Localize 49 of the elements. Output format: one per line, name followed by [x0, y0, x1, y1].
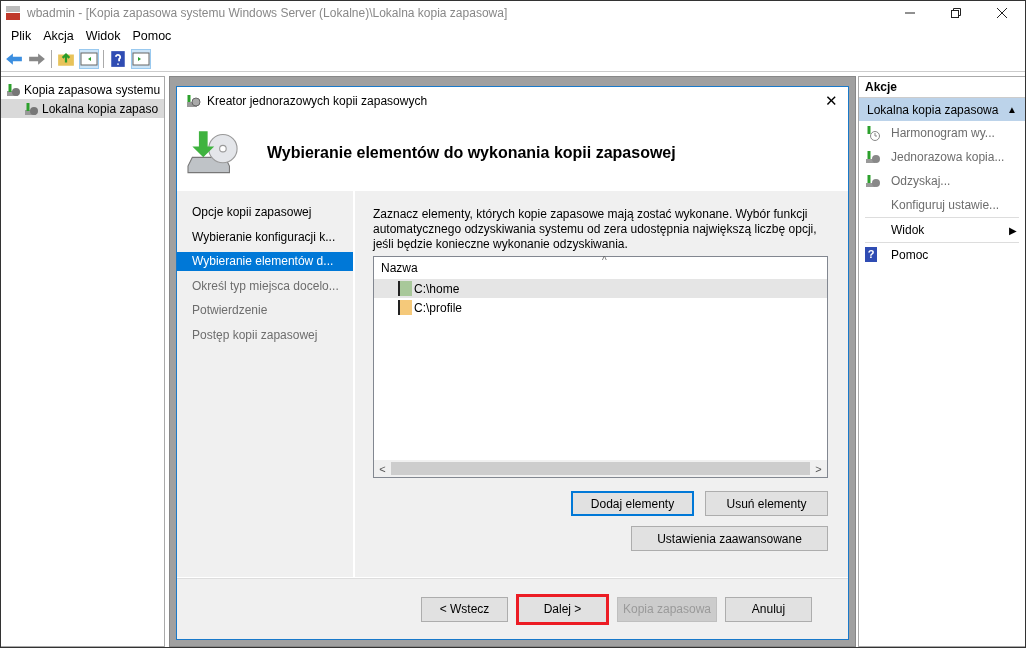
- item-button[interactable]: Usuń elementy: [705, 491, 828, 516]
- help-icon: ?: [865, 247, 877, 262]
- wizard-step[interactable]: Wybieranie konfiguracji k...: [177, 227, 353, 247]
- instructions: Zaznacz elementy, których kopie zapasowe mają zostać wykonane. Wybór funkcji automatycznego odzyskiwania systemu od zera udostępnia największą liczbę opcji, jeśli będzie konieczne wykonanie odzyskiwania.: [373, 207, 818, 252]
- menu-item[interactable]: Widok: [79, 29, 127, 43]
- wizard-button[interactable]: Anuluj: [725, 596, 812, 622]
- submenu-arrow: ▶: [1009, 224, 1017, 236]
- backup-icon: [865, 149, 881, 165]
- wizard-button[interactable]: Dalej >: [516, 593, 609, 625]
- scroll-right-button[interactable]: >: [810, 462, 827, 475]
- help-icon[interactable]: [109, 50, 127, 68]
- column-header[interactable]: Nazwa: [381, 261, 418, 275]
- tree-item[interactable]: Lokalna kopia zapaso: [1, 99, 164, 118]
- tree-item[interactable]: Kopia zapasowa systemu: [1, 80, 164, 99]
- wizard-step[interactable]: Wybieranie elementów d...: [177, 252, 353, 271]
- advanced-settings-button[interactable]: Ustawienia zaawansowane: [631, 526, 828, 551]
- menu-item[interactable]: Plik: [5, 29, 38, 43]
- section-header[interactable]: Lokalna kopia zapasowa ▲: [859, 98, 1025, 121]
- action-item[interactable]: Widok ▶: [859, 218, 1025, 242]
- close-button[interactable]: ✕: [825, 92, 838, 110]
- dialog-title: Kreator jednorazowych kopii zapasowych: [207, 94, 428, 108]
- scrollbar-thumb[interactable]: [391, 462, 810, 475]
- backup-icon: [865, 173, 881, 189]
- collapse-caret[interactable]: ▲: [1007, 104, 1017, 115]
- action-pane-icon[interactable]: [132, 50, 150, 68]
- folder-up-icon[interactable]: [57, 50, 75, 68]
- wizard-button[interactable]: < Wstecz: [421, 596, 508, 622]
- item-path: C:\profile: [414, 300, 463, 315]
- backup-icon: [23, 100, 39, 117]
- section-title: Lokalna kopia zapasowa: [867, 102, 999, 117]
- backup-icon: [185, 93, 201, 109]
- tree-label: Lokalna kopia zapaso: [42, 101, 159, 116]
- sort-caret: ^: [602, 256, 607, 266]
- item-button[interactable]: Dodaj elementy: [571, 491, 694, 516]
- wizard-step[interactable]: Opcje kopii zapasowej: [177, 203, 353, 222]
- panel-toggle-icon[interactable]: [80, 50, 98, 68]
- window-title: wbadmin - [Kopia zapasowa systemu Windows Server (Lokalne)\Lokalna kopia zapasowa]: [27, 6, 508, 20]
- clock-icon: [865, 125, 881, 141]
- app-icon: [5, 5, 21, 21]
- tree-label: Kopia zapasowa systemu: [24, 82, 161, 97]
- page-heading: Wybieranie elementów do wykonania kopii zapasowej: [267, 144, 676, 162]
- backup-icon: [5, 81, 21, 98]
- item-path: C:\home: [414, 281, 460, 296]
- list-row[interactable]: C:\home: [374, 279, 827, 298]
- scroll-left-button[interactable]: <: [374, 462, 391, 475]
- menu-item[interactable]: Akcja: [37, 29, 80, 43]
- action-item[interactable]: ? Pomoc: [859, 243, 1025, 267]
- list-row[interactable]: C:\profile: [374, 298, 827, 317]
- menu-item[interactable]: Pomoc: [126, 29, 178, 43]
